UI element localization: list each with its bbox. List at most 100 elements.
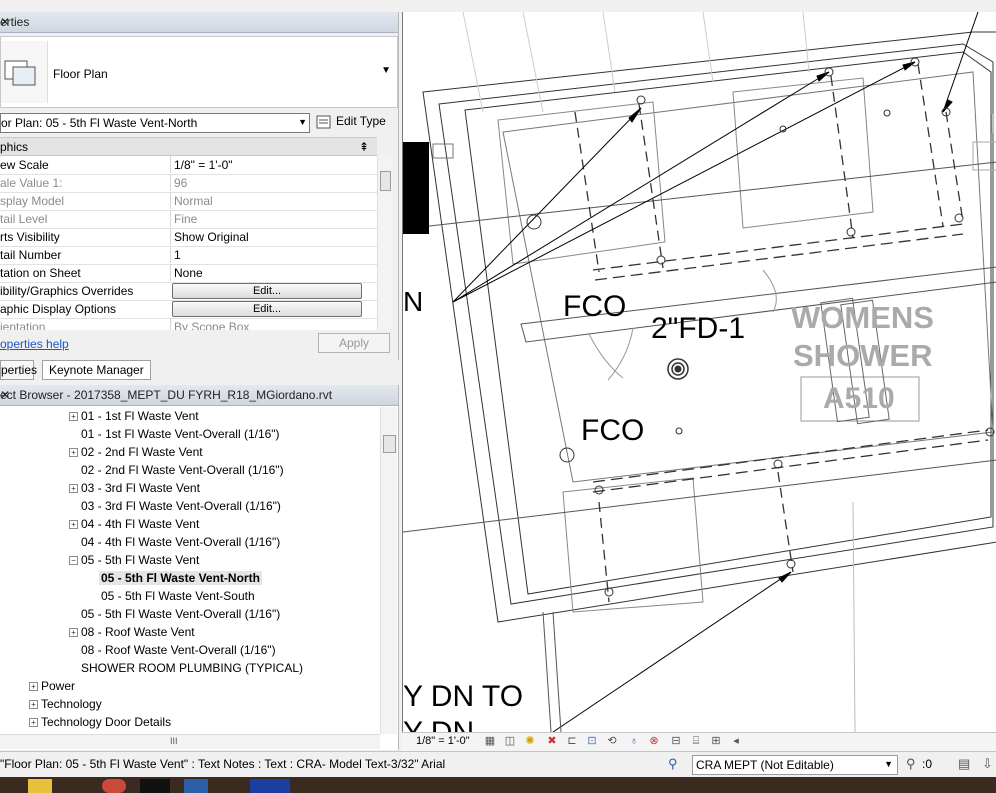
tab-properties[interactable]: perties [0,360,37,380]
tree-node[interactable]: + Technology [29,695,102,713]
tree-node[interactable]: −05 - 5th Fl Waste Vent [69,551,199,569]
scroll-thumb[interactable]: III [170,737,186,746]
constraints-icon[interactable]: ⊞ [708,734,724,749]
tree-node[interactable]: +08 - Roof Waste Vent [69,623,195,641]
tree-node[interactable]: 03 - 3rd Fl Waste Vent-Overall (1/16") [81,497,281,515]
property-row[interactable]: tation on Sheet None [0,264,377,283]
tree-node[interactable]: 02 - 2nd Fl Waste Vent-Overall (1/16") [81,461,284,479]
graphic-display-edit-button[interactable]: Edit... [172,301,362,317]
show-crop-icon[interactable]: ⊡ [584,734,600,749]
drawing-canvas[interactable]: FCO 2"FD-1 FCO WOMENS SHOWER A510 N Y DN… [402,12,996,732]
sync-icon[interactable]: ⇩ [982,756,993,772]
expand-icon[interactable]: + [29,700,38,709]
tree-node[interactable]: +01 - 1st Fl Waste Vent [69,407,199,425]
scroll-thumb[interactable] [383,435,396,453]
property-value-cell[interactable]: 1/8" = 1'-0" [170,156,367,173]
worksharing-display-icon[interactable]: ⊟ [668,734,684,749]
tree-node[interactable]: 05 - 5th Fl Waste Vent-South [101,587,255,605]
room-tag-number[interactable]: A510 [823,382,895,416]
reveal-hidden-icon[interactable]: ♁ [626,734,642,749]
tab-keynote-manager[interactable]: Keynote Manager [42,360,151,380]
view-scale[interactable]: 1/8" = 1'-0" [416,735,470,747]
properties-help-link[interactable]: operties help [0,337,69,351]
scroll-left-icon[interactable]: ◂ [728,734,744,749]
north-text-fragment[interactable]: N [403,286,423,318]
temporary-hide-icon[interactable]: ⟲ [604,734,620,749]
expand-icon[interactable]: + [29,718,38,727]
vg-overrides-edit-button[interactable]: Edit... [172,283,362,299]
tree-node[interactable]: SHOWER ROOM PLUMBING (TYPICAL) [81,659,303,677]
property-row[interactable]: rts Visibility Show Original [0,228,377,247]
collapse-icon[interactable]: ⇞ [359,140,369,154]
tree-node[interactable]: +04 - 4th Fl Waste Vent [69,515,199,533]
room-name-line-1[interactable]: WOMENS [791,300,934,336]
crop-region-icon[interactable]: ⊏ [564,734,580,749]
browser-horizontal-scrollbar[interactable]: III [0,734,380,749]
property-value-cell[interactable]: By Scope Box [170,318,367,330]
tree-node-selected[interactable]: 05 - 5th Fl Waste Vent-North [99,569,262,587]
property-name: tail Level [0,212,48,226]
chevron-down-icon[interactable]: ▼ [884,759,893,769]
taskbar-app-icon[interactable] [28,779,52,793]
property-value-cell[interactable]: Show Original [170,228,367,245]
detail-level-icon[interactable]: ▦ [482,734,498,749]
tree-node[interactable]: +03 - 3rd Fl Waste Vent [69,479,200,497]
property-row[interactable]: ientation By Scope Box [0,318,377,330]
room-name-line-2[interactable]: SHOWER [793,338,933,374]
tree-node[interactable]: 04 - 4th Fl Waste Vent-Overall (1/16") [81,533,280,551]
taskbar-app-icon[interactable] [184,779,208,793]
floor-drain-label[interactable]: 2"FD-1 [651,312,745,346]
tree-node[interactable]: 01 - 1st Fl Waste Vent-Overall (1/16") [81,425,280,443]
property-row[interactable]: tail Number 1 [0,246,377,265]
property-row[interactable]: ibility/Graphics Overrides Edit... [0,282,377,301]
tree-node[interactable]: 05 - 5th Fl Waste Vent-Overall (1/16") [81,605,280,623]
chevron-down-icon[interactable]: ▼ [298,117,307,127]
instance-selector[interactable]: or Plan: 05 - 5th Fl Waste Vent-North ▼ [0,113,310,133]
sun-path-icon[interactable]: ✺ [522,734,538,749]
browser-vertical-scrollbar[interactable] [380,407,397,734]
property-value-cell[interactable]: None [170,264,367,281]
tree-node-label: Power [41,679,76,693]
edit-type-button[interactable]: Edit Type [314,112,390,132]
tree-node[interactable]: + Technology Door Details [29,713,171,731]
expand-icon[interactable]: + [69,448,78,457]
property-row[interactable]: splay Model Normal [0,192,377,211]
collapse-icon[interactable]: − [69,556,78,565]
property-row[interactable]: aphic Display Options Edit... [0,300,377,319]
fco-label-lower[interactable]: FCO [581,414,644,448]
tree-node[interactable]: +02 - 2nd Fl Waste Vent [69,443,203,461]
active-workset-select[interactable]: CRA MEPT (Not Editable) ▼ [692,755,898,775]
visual-style-icon[interactable]: ◫ [502,734,518,749]
close-icon[interactable]: ✕ [0,388,392,402]
tree-node[interactable]: 08 - Roof Waste Vent-Overall (1/16") [81,641,276,659]
chevron-down-icon[interactable]: ▼ [381,65,391,76]
dn-text[interactable]: Y DN [403,716,474,732]
filter-icon[interactable]: ▤ [958,756,970,772]
group-header-graphics[interactable]: phics ⇞ [0,138,377,156]
property-value-cell[interactable]: 1 [170,246,367,263]
dn-to-text[interactable]: Y DN TO [403,680,523,714]
close-icon[interactable]: ✕ [0,15,392,29]
shadows-icon[interactable]: ✖ [544,734,560,749]
editing-requests-icon[interactable]: ⚲ [906,756,916,772]
expand-icon[interactable]: + [69,484,78,493]
expand-icon[interactable]: + [69,520,78,529]
property-row[interactable]: tail Level Fine [0,210,377,229]
property-row[interactable]: ale Value 1: 96 [0,174,377,193]
temporary-properties-icon[interactable]: ⊗ [646,734,662,749]
fco-label-upper[interactable]: FCO [563,290,626,324]
property-row[interactable]: ew Scale 1/8" = 1'-0" [0,156,377,175]
apply-button[interactable]: Apply [318,333,390,353]
scroll-thumb[interactable] [380,171,391,191]
taskbar-app-icon[interactable] [250,779,290,793]
properties-scrollbar[interactable] [377,155,392,329]
analytical-model-icon[interactable]: ⌸ [688,734,704,749]
taskbar-app-icon[interactable] [140,779,170,793]
expand-icon[interactable]: + [69,412,78,421]
type-selector[interactable]: Floor Plan ▼ [0,36,398,108]
worksets-icon[interactable]: ⚲ [668,756,678,772]
expand-icon[interactable]: + [29,682,38,691]
tree-node[interactable]: + Power [29,677,76,695]
expand-icon[interactable]: + [69,628,78,637]
taskbar-app-icon[interactable] [102,779,126,793]
